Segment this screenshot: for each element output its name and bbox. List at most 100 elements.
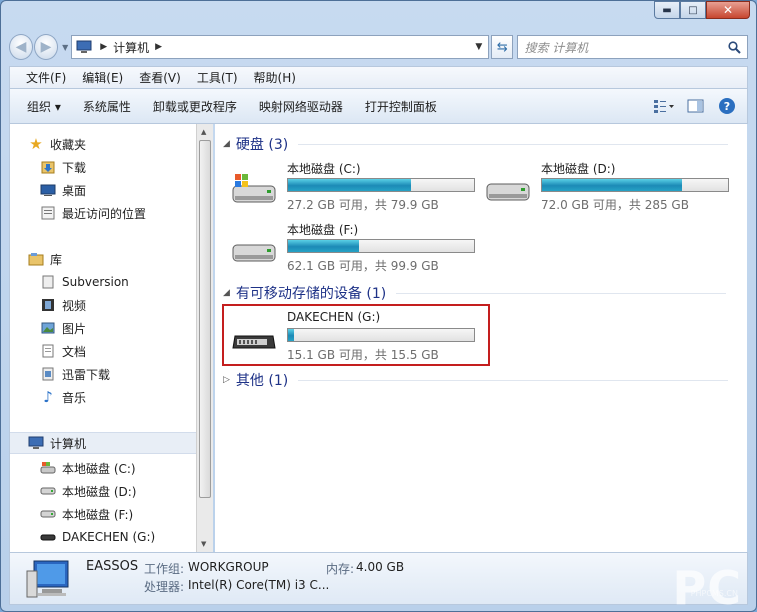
usage-fill xyxy=(288,240,359,252)
nav-label: 本地磁盘 (C:) xyxy=(62,461,136,476)
system-properties-button[interactable]: 系统属性 xyxy=(83,98,131,115)
nav-label: Subversion xyxy=(62,275,129,289)
back-arrow-icon: ◀ xyxy=(15,39,27,55)
computer-icon xyxy=(26,560,69,598)
nav-label: 本地磁盘 (D:) xyxy=(62,484,137,499)
forward-button[interactable]: ▶ xyxy=(34,34,59,60)
drive-space-info: 62.1 GB 可用，共 99.9 GB xyxy=(287,259,439,273)
watermark-site: PHPCMS.CN xyxy=(690,589,738,598)
recent-pages-dropdown[interactable]: ▼ xyxy=(62,43,68,52)
help-button[interactable]: ? xyxy=(719,98,735,114)
scroll-down-icon[interactable]: ▼ xyxy=(201,540,206,548)
command-bar: 组织 ▾ 系统属性 卸载或更改程序 映射网络驱动器 打开控制面板 ? xyxy=(9,88,748,124)
nav-libraries[interactable]: 库 xyxy=(28,248,62,270)
menu-help[interactable]: 帮助(H) xyxy=(254,69,296,86)
drive-name: 本地磁盘 (F:) xyxy=(287,223,359,237)
nav-drive-c[interactable]: 本地磁盘 (C:) xyxy=(40,457,136,479)
nav-thunder-downloads[interactable]: 迅雷下载 xyxy=(40,363,110,385)
nav-label: 视频 xyxy=(62,298,87,313)
nav-computer[interactable]: 计算机 xyxy=(10,432,197,454)
map-network-drive-button[interactable]: 映射网络驱动器 xyxy=(259,98,343,115)
maximize-button[interactable]: □ xyxy=(680,1,706,19)
nav-scrollbar[interactable]: ▲ ▼ xyxy=(196,124,213,552)
video-library-icon xyxy=(40,297,56,313)
back-button[interactable]: ◀ xyxy=(9,34,34,60)
nav-label: 迅雷下载 xyxy=(62,367,111,382)
uninstall-program-button[interactable]: 卸载或更改程序 xyxy=(153,98,237,115)
nav-downloads[interactable]: 下载 xyxy=(40,156,86,178)
nav-label: 本地磁盘 (F:) xyxy=(62,507,134,522)
nav-label: 计算机 xyxy=(50,436,87,451)
address-dropdown-icon[interactable]: ▼ xyxy=(475,42,482,52)
group-hard-disks[interactable]: ◢ 硬盘 (3) xyxy=(223,134,729,154)
drive-f[interactable]: 本地磁盘 (F:) 62.1 GB 可用，共 99.9 GB xyxy=(229,219,479,279)
star-icon: ★ xyxy=(29,135,43,153)
minimize-button[interactable]: ▬ xyxy=(654,1,680,19)
usage-fill xyxy=(542,179,682,191)
scroll-up-icon[interactable]: ▲ xyxy=(201,128,206,136)
nav-pictures[interactable]: 图片 xyxy=(40,317,86,339)
computer-icon xyxy=(76,40,92,53)
system-drive-icon xyxy=(232,174,276,203)
nav-label: 文档 xyxy=(62,344,87,359)
preview-pane-icon[interactable] xyxy=(687,98,705,114)
drive-c[interactable]: 本地磁盘 (C:) 27.2 GB 可用，共 79.9 GB xyxy=(229,158,479,218)
nav-label: 库 xyxy=(50,252,63,267)
nav-label: 音乐 xyxy=(62,390,87,405)
nav-music[interactable]: ♪ 音乐 xyxy=(40,386,86,408)
details-pane: EASSOS 工作组: WORKGROUP 内存: 4.00 GB 处理器: I… xyxy=(9,552,748,605)
menu-tools[interactable]: 工具(T) xyxy=(197,69,238,86)
workgroup-value: WORKGROUP xyxy=(188,560,269,574)
workgroup-label: 工作组: xyxy=(144,562,185,576)
expand-arrow-icon[interactable]: ▷ xyxy=(223,375,230,385)
nav-drive-d[interactable]: 本地磁盘 (D:) xyxy=(40,480,136,502)
search-input[interactable]: 搜索 计算机 xyxy=(517,35,749,59)
search-icon[interactable] xyxy=(728,40,741,54)
usage-bar xyxy=(287,178,475,192)
nav-drive-f[interactable]: 本地磁盘 (F:) xyxy=(40,503,133,525)
hard-drive-icon xyxy=(232,244,276,262)
nav-label: 收藏夹 xyxy=(50,137,87,152)
menu-file[interactable]: 文件(F) xyxy=(26,69,66,86)
drive-space-info: 27.2 GB 可用，共 79.9 GB xyxy=(287,198,439,212)
nav-desktop[interactable]: 桌面 xyxy=(40,179,86,201)
hard-drive-icon xyxy=(486,183,530,201)
search-placeholder: 搜索 计算机 xyxy=(524,40,589,55)
caption-buttons: ▬ □ ✕ xyxy=(654,1,750,19)
refresh-button[interactable]: ⇆ xyxy=(491,35,514,59)
breadcrumb-arrow-icon[interactable]: ▶ xyxy=(100,42,107,52)
picture-library-icon xyxy=(40,320,56,336)
close-button[interactable]: ✕ xyxy=(706,1,750,19)
watermark-logo: PC xyxy=(672,561,742,612)
explorer-window: ▬ □ ✕ ◀ ▶ ▼ ▶ 计算机 ▶ ▼ ⇆ 搜索 计算机 文件(F) 编辑(… xyxy=(0,0,757,612)
music-note-icon: ♪ xyxy=(43,388,53,406)
group-removable-storage[interactable]: ◢ 有可移动存储的设备 (1) xyxy=(223,283,727,303)
organize-button[interactable]: 组织 ▾ xyxy=(27,98,61,115)
scrollbar-thumb[interactable] xyxy=(199,140,211,498)
group-other[interactable]: ▷ 其他 (1) xyxy=(223,370,729,390)
document-library-icon xyxy=(40,343,56,359)
menu-view[interactable]: 查看(V) xyxy=(139,69,181,86)
forward-arrow-icon: ▶ xyxy=(40,39,52,55)
view-options-icon[interactable] xyxy=(653,98,675,114)
group-divider xyxy=(298,379,729,381)
nav-label: 最近访问的位置 xyxy=(62,206,147,221)
control-panel-button[interactable]: 打开控制面板 xyxy=(365,98,437,115)
nav-drive-g[interactable]: DAKECHEN (G:) xyxy=(40,526,155,548)
menu-edit[interactable]: 编辑(E) xyxy=(82,69,123,86)
group-title: 硬盘 (3) xyxy=(235,137,289,153)
collapse-arrow-icon[interactable]: ◢ xyxy=(223,139,230,149)
memory-value: 4.00 GB xyxy=(356,560,405,574)
nav-subversion[interactable]: Subversion xyxy=(40,271,129,293)
nav-documents[interactable]: 文档 xyxy=(40,340,86,362)
breadcrumb-computer[interactable]: 计算机 xyxy=(113,39,149,56)
collapse-arrow-icon[interactable]: ◢ xyxy=(223,288,230,298)
nav-recent-places[interactable]: 最近访问的位置 xyxy=(40,202,146,224)
nav-favorites[interactable]: ★ 收藏夹 xyxy=(28,133,86,155)
group-divider xyxy=(298,143,729,145)
address-bar[interactable]: ▶ 计算机 ▶ ▼ xyxy=(71,35,490,59)
nav-videos[interactable]: 视频 xyxy=(40,294,86,316)
breadcrumb-arrow-icon[interactable]: ▶ xyxy=(155,42,162,52)
nav-label: DAKECHEN (G:) xyxy=(62,530,156,544)
drive-d[interactable]: 本地磁盘 (D:) 72.0 GB 可用，共 285 GB xyxy=(483,158,733,218)
